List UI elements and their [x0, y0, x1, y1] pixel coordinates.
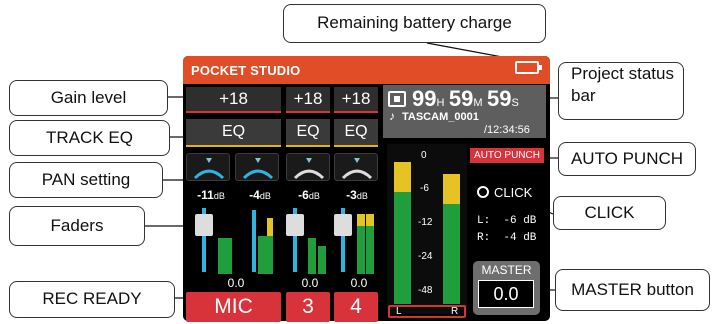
auto-punch-indicator[interactable]: AUTO PUNCH [470, 148, 544, 163]
click-circle-icon [477, 186, 489, 198]
pan-arc-icon [293, 158, 325, 180]
level-meter-3-l [308, 238, 316, 274]
callout-pan-setting: PAN setting [9, 162, 163, 198]
track-button-mic[interactable]: MIC [186, 292, 281, 322]
music-note-icon: ♪ [389, 109, 395, 123]
level-meter-4-l [357, 226, 365, 274]
level-meter-4-r-peak [366, 214, 374, 226]
click-label[interactable]: CLICK [494, 185, 532, 200]
gain-button-mic[interactable]: +18 [186, 87, 281, 113]
callout-faders: Faders [9, 206, 145, 246]
pan-knob-2[interactable] [235, 153, 279, 181]
eq-button-4[interactable]: EQ [334, 119, 378, 147]
pan-arc-icon [242, 158, 274, 180]
level-value-4: -3dB [346, 188, 368, 202]
callout-track-eq: TRACK EQ [9, 120, 170, 156]
callout-auto-punch: AUTO PUNCH [558, 142, 696, 176]
fader-value-3: 0.0 [301, 276, 319, 290]
pan-knob-3[interactable] [286, 153, 330, 181]
fader-value-4: 0.0 [350, 276, 368, 290]
master-meter-l-peak [394, 162, 411, 192]
track-button-4[interactable]: 4 [334, 292, 378, 322]
callout-project-status-line1: Project status [571, 64, 674, 83]
callout-rec-ready: REC READY [9, 281, 175, 318]
gain-button-4[interactable]: +18 [334, 87, 378, 113]
master-meter-r-peak [443, 174, 460, 204]
master-label: MASTER [481, 263, 532, 277]
pan-arc-icon [341, 158, 373, 180]
callout-gain-level: Gain level [9, 80, 168, 116]
level-meter-mic-r1 [258, 236, 267, 274]
project-total-time: /12:34:56 [484, 124, 530, 136]
status-time: 99H 59M 59S [412, 86, 519, 111]
track-button-3[interactable]: 3 [286, 292, 330, 322]
level-meter-4-l-peak [357, 214, 365, 226]
master-value: 0.0 [478, 280, 534, 308]
master-meter-l [394, 192, 411, 304]
click-level-l: L: -6 dB [477, 215, 537, 227]
level-value-3: -6dB [298, 188, 320, 202]
level-value-2: -4dB [249, 188, 271, 202]
app-title: POCKET STUDIO [191, 63, 301, 78]
level-meter-4-r [366, 226, 374, 274]
callout-project-status-line2: bar [571, 86, 596, 106]
meter-l-label: L [396, 306, 402, 317]
level-value-mic: -11dB [197, 188, 225, 202]
meter-tick: 0 [421, 150, 427, 161]
meter-tick: -12 [418, 217, 433, 228]
gain-button-3[interactable]: +18 [286, 87, 330, 113]
callout-master-button: MASTER button [555, 269, 710, 311]
master-meter-r [443, 204, 460, 304]
project-name: TASCAM_0001 [402, 111, 479, 123]
callout-battery: Remaining battery charge [283, 4, 546, 43]
fader-value-mic: 0.0 [227, 276, 245, 290]
fader-handle-3[interactable] [286, 214, 304, 236]
meter-tick: -6 [420, 183, 429, 194]
fader-handle-mic[interactable] [195, 214, 213, 236]
meter-r-label: R [451, 306, 459, 317]
stop-icon [388, 91, 406, 107]
level-meter-mic-l [218, 238, 232, 274]
level-meter-3-r [318, 246, 326, 274]
pan-arc-icon [193, 158, 225, 180]
eq-button-3[interactable]: EQ [286, 119, 330, 147]
callout-click: CLICK [553, 196, 666, 230]
click-level-r: R: -4 dB [477, 232, 537, 244]
callout-project-status-bar: Project status bar [558, 62, 684, 120]
eq-button-mic[interactable]: EQ [186, 119, 281, 147]
pan-knob-mic[interactable] [186, 153, 230, 181]
fader-handle-4[interactable] [334, 214, 352, 236]
fader-track-mic-r [252, 210, 256, 272]
level-meter-mic-r2-peak [267, 218, 273, 236]
meter-tick: -48 [418, 285, 433, 296]
pan-knob-4[interactable] [334, 153, 378, 181]
meter-tick: -24 [418, 251, 433, 262]
battery-icon [515, 61, 542, 74]
level-meter-mic-r2 [267, 236, 273, 274]
